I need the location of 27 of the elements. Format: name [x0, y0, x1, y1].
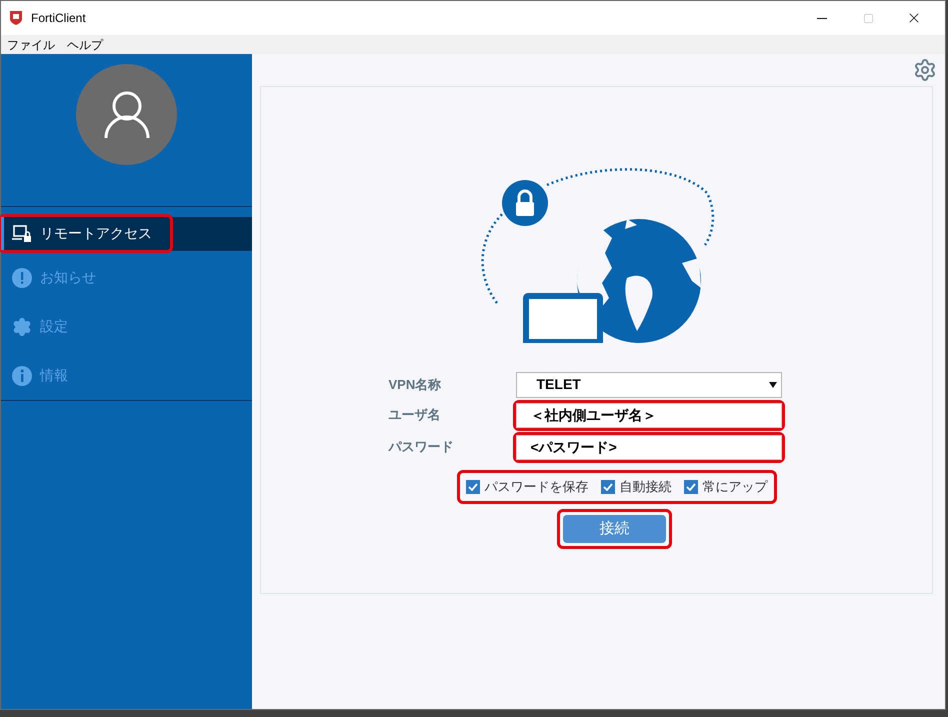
info-icon [12, 366, 32, 386]
checkbox[interactable] [466, 480, 480, 494]
dropdown-caret-icon [768, 382, 776, 388]
maximize-icon [862, 12, 874, 24]
check-icon [686, 483, 696, 491]
menu-item[interactable]: ファイル [7, 36, 55, 54]
field-label: パスワード [387, 438, 454, 456]
checkbox[interactable] [600, 480, 614, 494]
alert-icon [12, 268, 32, 288]
check-icon [468, 483, 478, 491]
checkbox-label: 常にアップ [702, 478, 768, 496]
settings-icon[interactable] [913, 58, 937, 82]
window-title: FortiClient [31, 10, 86, 27]
menu-item[interactable]: ヘルプ [67, 36, 103, 54]
checkbox[interactable] [684, 480, 698, 494]
user-icon [102, 90, 150, 140]
field-label: VPN名称 [388, 376, 442, 394]
check-icon [602, 483, 612, 491]
password-field[interactable]: <パスワード> [516, 434, 782, 460]
field-label: ユーザ名 [388, 406, 442, 424]
laptop-lock-icon [12, 224, 32, 242]
vpn-name-dropdown[interactable]: TELET [516, 372, 782, 398]
app-logo-icon [9, 10, 23, 26]
gear-icon [12, 316, 32, 336]
checkbox-label: 自動接続 [620, 478, 672, 496]
username-field[interactable]: ＜社内側ユーザ名＞ [516, 402, 782, 428]
checkbox-label: パスワードを保存 [484, 478, 588, 496]
